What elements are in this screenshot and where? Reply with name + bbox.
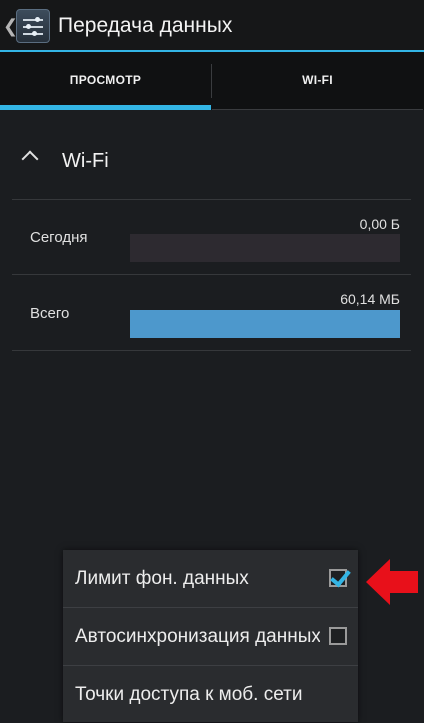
usage-label-total: Всего <box>30 305 70 322</box>
tab-wifi[interactable]: WI-FI <box>212 52 423 110</box>
usage-value-today: 0,00 Б <box>359 216 400 232</box>
tab-bar: ПРОСМОТР WI-FI <box>0 52 424 110</box>
usage-value-total: 60,14 МБ <box>340 291 400 307</box>
menu-item-auto-sync[interactable]: Автосинхронизация данных <box>63 608 358 665</box>
menu-item-label: Точки доступа к моб. сети <box>75 684 303 705</box>
page-title: Передача данных <box>58 14 233 37</box>
overflow-menu: Лимит фон. данных Автосинхронизация данн… <box>63 550 358 722</box>
red-arrow-icon <box>366 559 418 605</box>
menu-item-label: Лимит фон. данных <box>75 568 249 589</box>
usage-bar-total <box>130 310 400 338</box>
menu-item-restrict-background-data[interactable]: Лимит фон. данных <box>63 550 358 607</box>
tab-label: ПРОСМОТР <box>69 73 142 87</box>
tab-overview[interactable]: ПРОСМОТР <box>0 52 211 110</box>
usage-bar-fill <box>130 310 400 338</box>
tab-label: WI-FI <box>302 73 333 87</box>
slider-line <box>23 19 43 21</box>
restrict-background-checkbox[interactable] <box>329 565 351 588</box>
menu-item-label: Автосинхронизация данных <box>75 626 320 647</box>
data-usage-settings-icon[interactable] <box>16 9 50 43</box>
usage-bar-today <box>130 234 400 262</box>
slider-knob <box>26 24 31 29</box>
divider <box>12 199 411 200</box>
section-title: Wi-Fi <box>62 150 109 172</box>
usage-label-today: Сегодня <box>30 229 88 246</box>
slider-knob <box>32 31 37 36</box>
action-bar: ❮ Передача данных <box>0 0 424 52</box>
auto-sync-checkbox[interactable] <box>329 627 347 645</box>
checkmark-icon <box>330 565 351 588</box>
chevron-up-icon <box>21 150 39 168</box>
menu-item-mobile-networks[interactable]: Точки доступа к моб. сети <box>63 666 358 723</box>
divider <box>12 350 411 351</box>
divider <box>12 274 411 275</box>
slider-knob <box>35 17 40 22</box>
